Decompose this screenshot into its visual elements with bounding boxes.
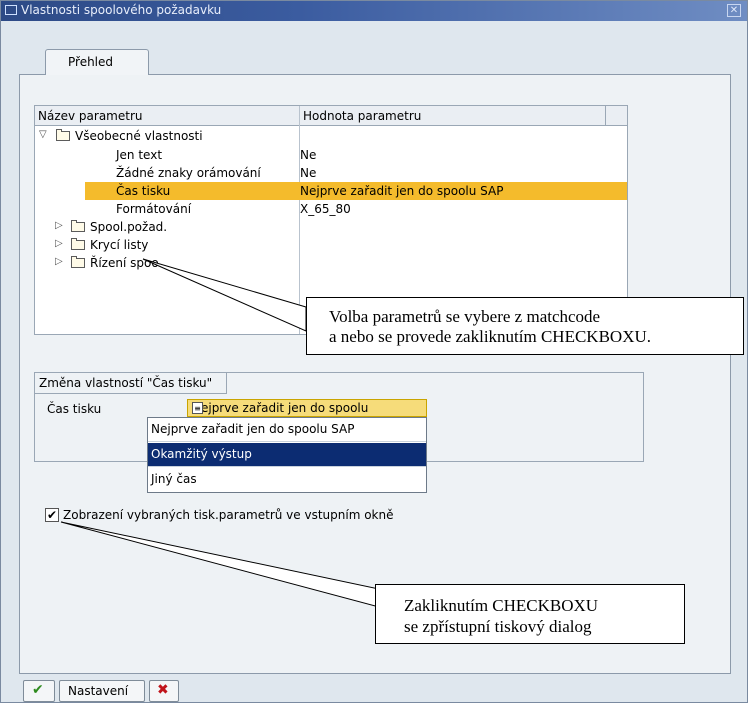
callout-checkbox: Zakliknutím CHECKBOXU se zpřístupní tisk… <box>375 584 685 644</box>
checkmark-icon: ✔ <box>32 682 44 698</box>
param-value: Nejprve zařadit jen do spoolu SAP <box>300 184 504 198</box>
callout1-line1: Volba parametrů se vybere z matchcode <box>329 307 601 326</box>
expand-right-icon[interactable]: ▷ <box>55 238 63 249</box>
show-params-checkbox[interactable]: ✔ <box>45 508 59 522</box>
tree-folder-row[interactable]: ▷ Řízení spoo <box>35 254 627 272</box>
tree-folder-row[interactable]: ▷ Spool.požad. <box>35 218 627 236</box>
show-params-checkbox-label: Zobrazení vybraných tisk.parametrů ve vs… <box>63 508 394 522</box>
title-bar: Vlastnosti spoolového požadavku ✕ <box>1 1 747 21</box>
dialog-window: Vlastnosti spoolového požadavku ✕ Přehle… <box>0 0 748 703</box>
folder-icon <box>71 238 85 250</box>
window-title: Vlastnosti spoolového požadavku <box>21 3 222 17</box>
callout2-line1: Zakliknutím CHECKBOXU <box>404 596 599 615</box>
footer-toolbar: ✔ Nastavení ✖ <box>1 678 747 702</box>
tree-row[interactable]: Formátování X_65_80 <box>35 200 627 218</box>
option-label: Jiný čas <box>151 472 197 486</box>
folder-label: Spool.požad. <box>90 220 168 234</box>
folder-label: Řízení spoo <box>90 256 159 270</box>
tab-label: Přehled <box>68 55 114 69</box>
expand-right-icon[interactable]: ▷ <box>55 256 63 267</box>
confirm-button[interactable]: ✔ <box>23 680 55 702</box>
callout1-line2: a nebo se provede zakliknutím CHECKBOXU. <box>329 327 651 346</box>
column-header-extra <box>605 106 627 126</box>
group-title: Změna vlastností "Čas tisku" <box>35 373 228 394</box>
settings-button-label: Nastavení <box>68 684 129 698</box>
tree-row-selected[interactable]: Čas tisku Nejprve zařadit jen do spoolu … <box>85 182 627 200</box>
tab-prehled[interactable]: Přehled <box>45 49 149 75</box>
param-value: Ne <box>300 166 317 180</box>
column-header-name-label: Název parametru <box>38 109 143 123</box>
folder-icon <box>71 220 85 232</box>
param-name: Žádné znaky orámování <box>116 166 261 180</box>
expand-right-icon[interactable]: ▷ <box>55 220 63 231</box>
settings-button[interactable]: Nastavení <box>59 680 145 702</box>
option-label: Okamžitý výstup <box>151 447 252 461</box>
param-name: Formátování <box>116 202 192 216</box>
folder-icon <box>71 256 85 268</box>
param-value: Ne <box>300 148 317 162</box>
tree-node-group[interactable]: ▽ Všeobecné vlastnosti <box>35 127 627 145</box>
dropdown-option-selected[interactable]: Okamžitý výstup <box>148 443 426 467</box>
print-time-label: Čas tisku <box>47 402 102 416</box>
dropdown-option[interactable]: Nejprve zařadit jen do spoolu SAP <box>148 418 426 442</box>
folder-label: Krycí listy <box>90 238 149 252</box>
tree-group-label: Všeobecné vlastnosti <box>75 129 203 143</box>
column-header-value-label: Hodnota parametru <box>303 109 422 123</box>
print-time-options: Nejprve zařadit jen do spoolu SAP Okamži… <box>147 417 427 493</box>
callout-matchcode: Volba parametrů se vybere z matchcode a … <box>306 297 744 355</box>
tree-folder-row[interactable]: ▷ Krycí listy <box>35 236 627 254</box>
print-time-value: Nejprve zařadit jen do spoolu <box>192 401 369 415</box>
callout2-line2: se zpřístupní tiskový dialog <box>404 617 592 636</box>
tree-row[interactable]: Žádné znaky orámování Ne <box>35 164 627 182</box>
close-icon[interactable]: ✕ <box>727 4 741 17</box>
param-name: Čas tisku <box>116 184 171 198</box>
column-header-value[interactable]: Hodnota parametru <box>299 106 605 126</box>
print-time-dropdown[interactable]: Nejprve zařadit jen do spoolu ≡ <box>187 399 427 417</box>
tree-row[interactable]: Jen text Ne <box>35 146 627 164</box>
cancel-button[interactable]: ✖ <box>149 680 179 702</box>
expand-down-icon[interactable]: ▽ <box>39 129 47 140</box>
param-name: Jen text <box>116 148 163 162</box>
cancel-x-icon: ✖ <box>157 682 169 698</box>
param-value: X_65_80 <box>300 202 351 216</box>
dropdown-option[interactable]: Jiný čas <box>148 468 426 492</box>
dropdown-list-icon[interactable]: ≡ <box>192 402 203 414</box>
option-label: Nejprve zařadit jen do spoolu SAP <box>151 422 355 436</box>
window-icon <box>5 5 17 15</box>
column-header-name[interactable]: Název parametru <box>35 106 299 126</box>
folder-open-icon <box>56 129 70 141</box>
